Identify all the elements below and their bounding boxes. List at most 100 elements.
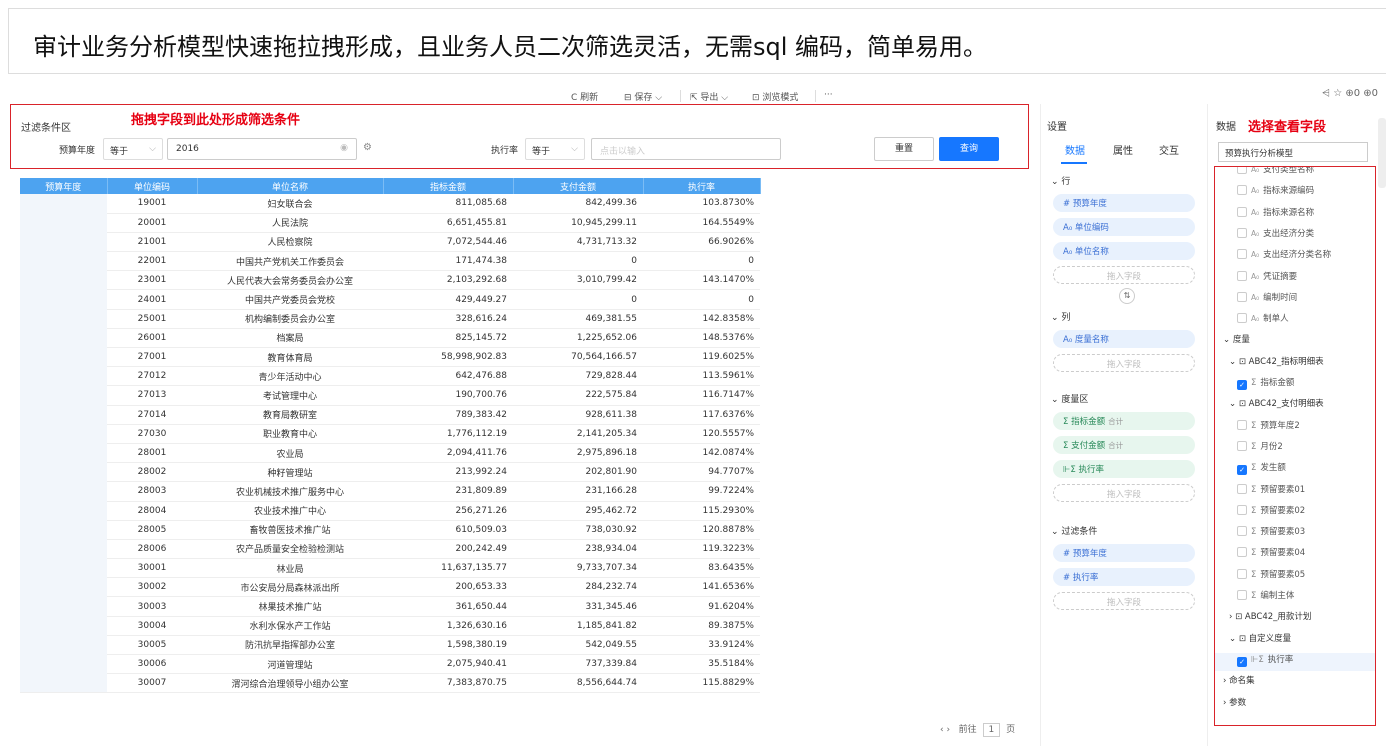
- query-button[interactable]: 查询: [939, 137, 999, 161]
- row-field-chip[interactable]: # 预算年度: [1053, 194, 1195, 212]
- filter-year-input[interactable]: 2016 ◉: [167, 138, 357, 160]
- table-group[interactable]: › ⊡ ABC42_用款计划: [1229, 610, 1311, 622]
- more-button[interactable]: ···: [824, 90, 833, 100]
- refresh-button[interactable]: C 刷新: [571, 90, 598, 103]
- filter-field-chip[interactable]: # 执行率: [1053, 568, 1195, 586]
- col-header[interactable]: 执行率: [643, 178, 761, 194]
- measure-drop-zone[interactable]: 拖入字段: [1053, 484, 1195, 502]
- page-unit: 页: [1006, 725, 1016, 735]
- unit-code-cell: 30001: [107, 558, 197, 579]
- measure-field-item[interactable]: Σ 月份2: [1237, 440, 1283, 452]
- row-field-chip[interactable]: A₀ 单位名称: [1053, 242, 1195, 260]
- measure-field-item[interactable]: Σ 编制主体: [1237, 589, 1294, 601]
- filter-year-operator[interactable]: 等于 ⌵: [103, 138, 163, 160]
- measure-field-item[interactable]: Σ 预留要素01: [1237, 483, 1305, 495]
- dimension-field-item[interactable]: A₀ 支付类型名称: [1237, 167, 1314, 175]
- export-button[interactable]: ⇱ 导出 ⌵: [690, 90, 728, 103]
- reset-button[interactable]: 重置: [874, 137, 934, 161]
- checkbox[interactable]: [1237, 590, 1247, 600]
- measure-chip[interactable]: Σ 支付金额 合计: [1053, 436, 1195, 454]
- col-header[interactable]: 单位名称: [197, 178, 384, 194]
- col-header[interactable]: 预算年度: [20, 178, 108, 194]
- exec-rate-cell: 119.3223%: [643, 539, 760, 560]
- unit-name-cell: 职业教育中心: [197, 424, 383, 444]
- filter-drop-zone[interactable]: 拖入字段: [1053, 592, 1195, 610]
- measure-field-item[interactable]: Σ 预留要素04: [1237, 546, 1305, 558]
- filter-rate-input[interactable]: 点击以输入: [591, 138, 781, 160]
- checkbox[interactable]: [1237, 440, 1247, 451]
- checkbox[interactable]: [1237, 185, 1247, 196]
- checkbox[interactable]: [1237, 483, 1247, 494]
- measure-field-item[interactable]: Σ 预算年度2: [1237, 419, 1300, 431]
- checkbox[interactable]: [1237, 167, 1247, 174]
- checkbox[interactable]: ✓: [1237, 465, 1247, 476]
- page-arrows[interactable]: ‹ ›: [940, 725, 950, 735]
- checkbox[interactable]: ✓: [1237, 656, 1247, 667]
- checkbox[interactable]: [1237, 568, 1247, 579]
- measure-chip[interactable]: Σ 指标金额 合计: [1053, 412, 1195, 430]
- checkbox[interactable]: ✓: [1237, 380, 1247, 390]
- checkbox[interactable]: [1237, 206, 1247, 217]
- filter-field-chip[interactable]: # 预算年度: [1053, 544, 1195, 562]
- checkbox[interactable]: [1237, 526, 1247, 537]
- dimension-field-item[interactable]: A₀ 支出经济分类名称: [1237, 248, 1331, 260]
- filter-rate-operator[interactable]: 等于 ⌵: [525, 138, 585, 160]
- measure-group[interactable]: ⌄ 度量: [1223, 333, 1250, 345]
- tab-data[interactable]: 数据: [1065, 142, 1085, 157]
- measure-chip[interactable]: ⊩Σ 执行率: [1053, 460, 1195, 478]
- collapse-strip[interactable]: [1378, 118, 1386, 188]
- checkbox[interactable]: [1237, 249, 1247, 260]
- checkbox[interactable]: [1237, 504, 1247, 515]
- field-label: 发生额: [1260, 463, 1286, 474]
- swap-icon[interactable]: ⇅: [1119, 288, 1135, 304]
- browse-mode-button[interactable]: ⊡ 浏览模式: [752, 90, 798, 103]
- table-group[interactable]: ⌄ ⊡ ABC42_支付明细表: [1229, 397, 1324, 409]
- custom-measure-item[interactable]: ✓ ⊩Σ 执行率: [1215, 652, 1375, 671]
- tab-interaction[interactable]: 交互: [1159, 142, 1179, 157]
- col-header[interactable]: 支付金额: [513, 178, 644, 194]
- col-field-chip[interactable]: A₀ 度量名称: [1053, 330, 1195, 348]
- unit-name-cell: 中国共产党机关工作委员会: [197, 251, 383, 272]
- dimension-field-item[interactable]: A₀ 制单人: [1237, 312, 1289, 324]
- save-button[interactable]: ⊟ 保存 ⌵: [624, 90, 662, 103]
- sigma-icon: Σ: [1251, 441, 1257, 452]
- dimension-field-item[interactable]: A₀ 指标来源名称: [1237, 206, 1314, 218]
- col-header[interactable]: 指标金额: [383, 178, 514, 194]
- checkbox[interactable]: [1237, 419, 1247, 430]
- measure-section-title[interactable]: ⌄ 度量区: [1051, 392, 1088, 405]
- model-select[interactable]: 预算执行分析模型: [1218, 142, 1368, 162]
- measure-field-item[interactable]: Σ 预留要素05: [1237, 568, 1305, 580]
- dimension-field-item[interactable]: A₀ 凭证摘要: [1237, 270, 1297, 282]
- share-star-comment-like-icons[interactable]: ⩤ ☆ ⊕0 ⊕0: [1322, 88, 1378, 99]
- measure-field-item[interactable]: Σ 预留要素02: [1237, 504, 1305, 516]
- col-header[interactable]: 单位编码: [107, 178, 198, 194]
- named-set-group[interactable]: › 命名集: [1223, 674, 1255, 686]
- measure-field-item[interactable]: ✓ Σ 指标金额: [1237, 376, 1294, 390]
- exec-rate-cell: 35.5184%: [643, 654, 760, 675]
- checkbox[interactable]: [1237, 227, 1247, 238]
- checkbox[interactable]: [1237, 270, 1247, 281]
- tab-properties[interactable]: 属性: [1113, 142, 1133, 157]
- dimension-field-item[interactable]: A₀ 指标来源编码: [1237, 184, 1314, 196]
- row-field-chip[interactable]: A₀ 单位编码: [1053, 218, 1195, 236]
- settings-icon[interactable]: ⚙: [363, 142, 372, 153]
- paid-amount-cell: 70,564,166.57: [513, 347, 643, 368]
- rows-section-title[interactable]: ⌄ 行: [1051, 174, 1070, 187]
- checkbox[interactable]: [1237, 547, 1247, 558]
- table-group[interactable]: ⌄ ⊡ ABC42_指标明细表: [1229, 355, 1324, 367]
- measure-field-item[interactable]: ✓ Σ 发生额: [1237, 461, 1286, 476]
- page-input[interactable]: 1: [982, 723, 1001, 737]
- params-group[interactable]: › 参数: [1223, 696, 1246, 708]
- checkbox[interactable]: [1237, 291, 1247, 302]
- measure-field-item[interactable]: Σ 预留要素03: [1237, 525, 1305, 537]
- cols-drop-zone[interactable]: 拖入字段: [1053, 354, 1195, 372]
- cols-section-title[interactable]: ⌄ 列: [1051, 310, 1070, 323]
- checkbox[interactable]: [1237, 313, 1247, 324]
- custom-measure-group[interactable]: ⌄ ⊡ 自定义度量: [1229, 632, 1291, 644]
- dimension-field-item[interactable]: A₀ 支出经济分类: [1237, 227, 1314, 239]
- table-row: 28002 种籽管理站 213,992.24 202,801.90 94.7707%: [20, 462, 760, 483]
- filter-section-title[interactable]: ⌄ 过滤条件: [1051, 524, 1097, 537]
- dimension-field-item[interactable]: A₀ 编制时间: [1237, 291, 1297, 303]
- rows-drop-zone[interactable]: 拖入字段: [1053, 266, 1195, 284]
- clear-icon[interactable]: ◉: [340, 143, 348, 153]
